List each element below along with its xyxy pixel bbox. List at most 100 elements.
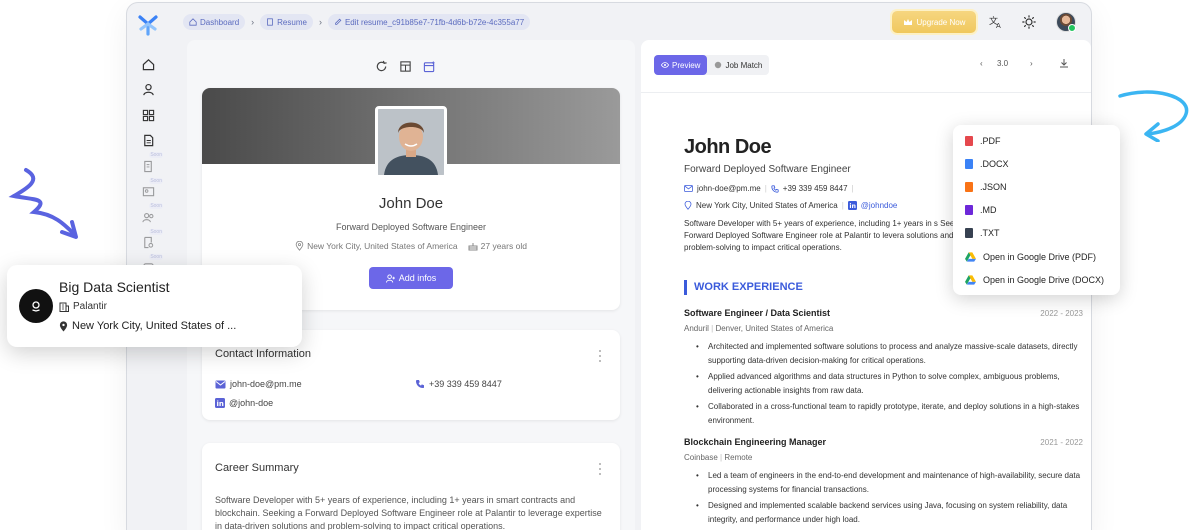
app-logo[interactable]: [136, 13, 160, 37]
menu-item-label: .MD: [980, 205, 997, 216]
tab-preview[interactable]: Preview: [654, 55, 708, 75]
location-pin-icon: [684, 201, 692, 210]
target-icon: [715, 61, 722, 69]
tab-job-match[interactable]: Job Match: [707, 55, 769, 75]
upgrade-button[interactable]: Upgrade Now: [892, 11, 976, 33]
job-meta: Anduril | Denver, United States of Ameri…: [684, 324, 834, 333]
theme-sun-icon[interactable]: [1020, 13, 1038, 31]
resume-title: Forward Deployed Software Engineer: [684, 164, 851, 175]
home-icon: [189, 18, 197, 26]
crown-icon: [903, 19, 912, 25]
sidebar-item-soon-2[interactable]: Soon: [137, 177, 163, 203]
profile-location: New York City, United States of America: [307, 241, 458, 251]
resume-location-line: New York City, United States of America …: [684, 201, 897, 210]
job-card-company-name: Palantir: [73, 301, 107, 312]
job-bullet: Designed and implemented scalable backen…: [696, 499, 1086, 527]
work-experience-heading: WORK EXPERIENCE: [684, 280, 803, 295]
contact-heading: Contact Information: [215, 348, 311, 360]
more-options-icon[interactable]: [598, 463, 602, 475]
next-page-icon[interactable]: ›: [1030, 59, 1033, 68]
add-user-icon: [385, 273, 395, 283]
svg-text:in: in: [849, 203, 856, 210]
user-avatar[interactable]: [1056, 12, 1076, 32]
separator: |: [841, 201, 844, 210]
export-json[interactable]: .JSON: [953, 175, 1120, 198]
location-pin-icon: [295, 241, 304, 251]
export-docx[interactable]: .DOCX: [953, 152, 1120, 175]
cake-icon: [468, 243, 478, 251]
mail-icon: [215, 380, 226, 388]
more-options-icon[interactable]: [598, 350, 602, 362]
sidebar-item-resume[interactable]: [137, 130, 159, 152]
download-icon[interactable]: [1059, 58, 1069, 68]
export-pdf[interactable]: .PDF: [953, 129, 1120, 152]
calendar-sparkle-icon[interactable]: [423, 60, 436, 73]
pdf-file-icon: [965, 135, 973, 146]
google-drive-icon: [965, 275, 976, 285]
location-pin-icon: [59, 320, 68, 331]
sidebar-item-profile[interactable]: [137, 79, 159, 101]
upgrade-label: Upgrade Now: [916, 17, 966, 27]
menu-item-label: Open in Google Drive (PDF): [983, 251, 1097, 262]
contact-linkedin: in @john-doe: [215, 398, 273, 408]
export-md[interactable]: .MD: [953, 199, 1120, 222]
google-drive-icon: [965, 251, 976, 262]
document-icon: [143, 134, 153, 147]
job-bullet: Architected and implemented software sol…: [696, 340, 1086, 368]
sidebar-item-home[interactable]: [137, 53, 159, 75]
breadcrumb-dashboard[interactable]: Dashboard: [183, 14, 246, 30]
job-meta: Coinbase | Remote: [684, 453, 753, 462]
contact-email: john-doe@pm.me: [215, 379, 302, 389]
menu-item-label: Open in Google Drive (DOCX): [983, 274, 1105, 285]
layout-icon[interactable]: [399, 60, 412, 73]
job-company: Coinbase: [684, 453, 718, 462]
career-summary-text: Software Developer with 5+ years of expe…: [215, 495, 602, 530]
job-card-location: New York City, United States of ...: [59, 320, 236, 332]
job-bullet: Applied advanced algorithms and data str…: [696, 370, 1086, 398]
job-suggestion-card[interactable]: Big Data Scientist Palantir New York Cit…: [7, 265, 302, 347]
user-icon: [142, 83, 154, 96]
separator: |: [764, 184, 767, 193]
refresh-icon[interactable]: [375, 60, 388, 73]
sidebar-item-soon-4[interactable]: Soon: [137, 228, 163, 254]
document-icon: [267, 18, 273, 26]
profile-meta: New York City, United States of America …: [202, 241, 620, 251]
contact-email-value: john-doe@pm.me: [230, 379, 302, 389]
breadcrumb-label: Edit resume_c91b85e7-71fb-4d6b-b72e-4c35…: [344, 17, 525, 27]
resume-linkedin[interactable]: @johndoe: [861, 201, 898, 210]
sidebar-item-soon-1[interactable]: Soon: [137, 152, 163, 177]
breadcrumb-label: Resume: [277, 17, 307, 27]
sidebar-item-soon-3[interactable]: Soon: [137, 203, 163, 228]
people-icon: [141, 212, 153, 222]
export-gdrive-pdf[interactable]: Open in Google Drive (PDF): [953, 245, 1120, 268]
job-dates: 2022 - 2023: [1040, 309, 1083, 318]
profile-photo[interactable]: [375, 106, 447, 178]
resume-phone: +39 339 459 8447: [782, 184, 848, 193]
chevron-right-icon: ›: [251, 17, 255, 27]
id-card-icon: [142, 187, 154, 197]
sidebar-item-dashboard[interactable]: [137, 104, 159, 126]
menu-item-label: .DOCX: [980, 158, 1009, 169]
text-file-icon: [965, 228, 973, 239]
export-menu: .PDF .DOCX .JSON .MD .TXT Open in Google…: [953, 125, 1120, 295]
job-bullet: Collaborated in a cross-functional team …: [696, 400, 1086, 428]
linkedin-icon: in: [847, 201, 857, 210]
prev-page-icon[interactable]: ‹: [980, 59, 983, 68]
breadcrumb-resume[interactable]: Resume: [260, 14, 313, 30]
squiggle-arrow-left: [8, 168, 78, 239]
export-txt[interactable]: .TXT: [953, 222, 1120, 245]
word-file-icon: [965, 158, 973, 169]
job-title: Blockchain Engineering Manager: [684, 437, 827, 447]
breadcrumb-edit-resume[interactable]: Edit resume_c91b85e7-71fb-4d6b-b72e-4c35…: [327, 14, 531, 30]
add-infos-label: Add infos: [398, 273, 437, 283]
export-gdrive-docx[interactable]: Open in Google Drive (DOCX): [953, 268, 1120, 291]
job-bullet: Led a team of engineers in the end-to-en…: [696, 469, 1086, 497]
translate-icon[interactable]: 文A: [987, 13, 1005, 31]
tab-label: Preview: [672, 60, 701, 70]
svg-text:A: A: [996, 22, 1001, 29]
page-indicator: 3.0: [997, 59, 1009, 68]
resume-email: john-doe@pm.me: [697, 184, 761, 193]
add-infos-button[interactable]: Add infos: [369, 267, 453, 289]
edit-icon: [335, 18, 342, 25]
soon-badge: Soon: [149, 203, 163, 209]
